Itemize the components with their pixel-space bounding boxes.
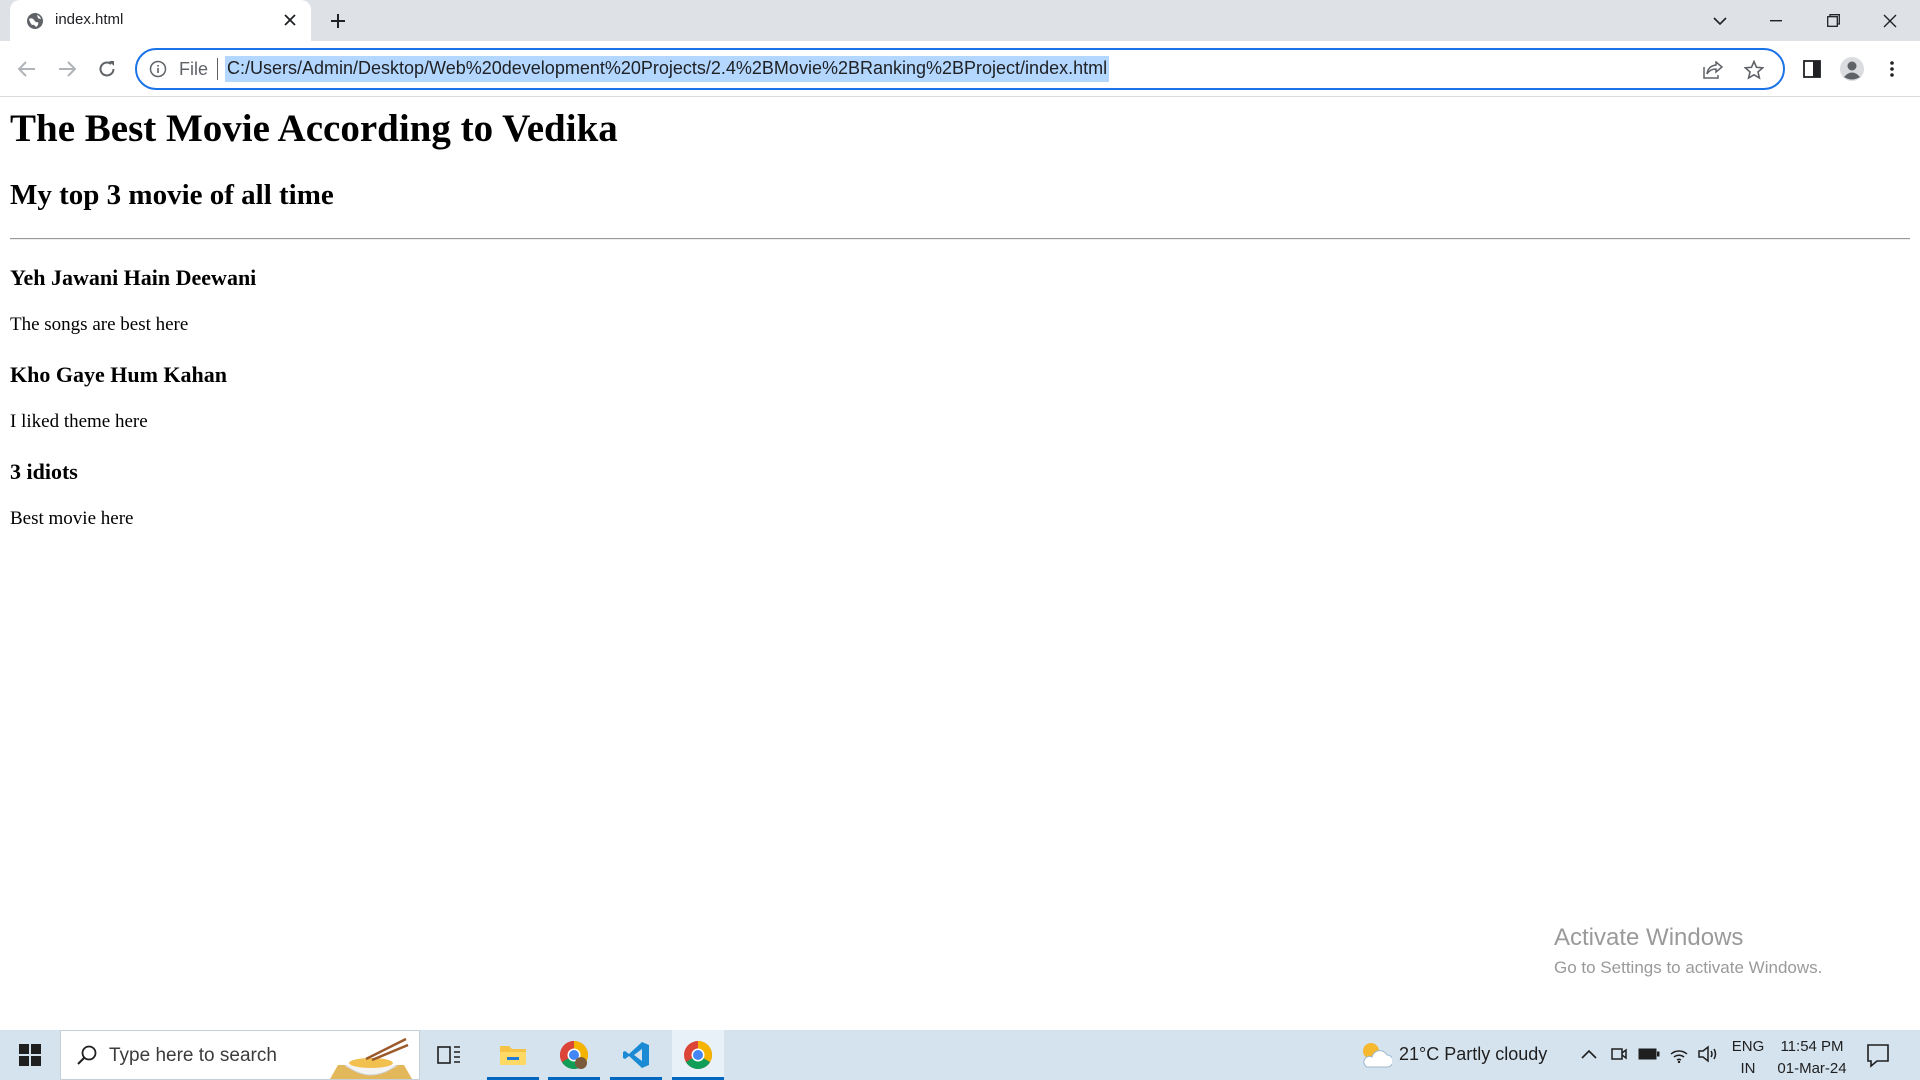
restore-icon [1826, 14, 1840, 27]
clock-date: 01-Mar-24 [1777, 1060, 1847, 1077]
profile-icon[interactable] [1839, 56, 1865, 82]
chrome-button[interactable] [672, 1030, 724, 1080]
language-code: ENG [1731, 1038, 1765, 1055]
chevron-down-icon [1713, 16, 1727, 25]
volume-icon[interactable] [1697, 1043, 1719, 1065]
close-icon [1883, 14, 1897, 27]
movie-title-2: Kho Gaye Hum Kahan [10, 362, 227, 387]
chevron-up-icon[interactable] [1578, 1043, 1600, 1065]
region-code: IN [1740, 1060, 1756, 1077]
minimize-icon [1770, 19, 1782, 21]
omnibox-divider [217, 58, 218, 80]
chrome-profile-button[interactable] [548, 1030, 600, 1080]
minimize-button[interactable] [1748, 0, 1804, 41]
horizontal-rule [10, 238, 1910, 240]
globe-icon [27, 13, 43, 29]
windows-logo-icon [19, 1044, 41, 1066]
chrome-icon [560, 1041, 588, 1069]
wifi-icon[interactable] [1668, 1043, 1690, 1065]
reload-button[interactable] [92, 54, 122, 84]
back-button[interactable] [12, 54, 42, 84]
meet-now-icon[interactable] [1608, 1043, 1630, 1065]
page-subtitle: My top 3 movie of all time [10, 179, 334, 211]
plus-icon [331, 14, 345, 28]
restore-button[interactable] [1805, 0, 1861, 41]
notification-icon[interactable] [1865, 1042, 1891, 1068]
arrow-right-icon [59, 61, 76, 77]
movie-title-1: Yeh Jawani Hain Deewani [10, 265, 257, 290]
activation-watermark-subtitle: Go to Settings to activate Windows. [1554, 958, 1823, 977]
weather-text[interactable]: 21°C Partly cloudy [1399, 1044, 1547, 1065]
activation-watermark-title: Activate Windows [1554, 924, 1744, 951]
tab-title: index.html [55, 11, 124, 28]
browser-toolbar: File C:/Users/Admin/Desktop/Web%20develo… [0, 41, 1920, 97]
tab-search-button[interactable] [1692, 0, 1748, 41]
movie-comment-2: I liked theme here [10, 411, 148, 432]
folder-icon [500, 1046, 526, 1065]
clock[interactable]: 11:54 PM 01-Mar-24 [1770, 1036, 1854, 1080]
kebab-menu-icon[interactable] [1879, 56, 1905, 82]
start-button[interactable] [0, 1030, 60, 1080]
vscode-icon [623, 1042, 649, 1068]
reload-icon [99, 61, 115, 77]
battery-icon[interactable] [1638, 1043, 1660, 1065]
address-bar[interactable]: File C:/Users/Admin/Desktop/Web%20develo… [135, 48, 1785, 90]
task-view-icon [437, 1046, 460, 1064]
noodle-bowl-icon [330, 1037, 412, 1079]
forward-button[interactable] [52, 54, 82, 84]
url-text[interactable]: C:/Users/Admin/Desktop/Web%20development… [225, 56, 1110, 82]
arrow-left-icon [18, 61, 35, 77]
browser-tab-strip: index.html [0, 0, 1920, 41]
web-page-content: The Best Movie According to Vedika My to… [0, 98, 1920, 1030]
new-tab-button[interactable] [325, 8, 351, 34]
language-indicator[interactable]: ENG IN [1729, 1036, 1767, 1080]
taskbar-search-box[interactable]: Type here to search [60, 1030, 420, 1080]
scheme-label: File [179, 59, 209, 79]
movie-comment-1: The songs are best here [10, 314, 189, 335]
page-title: The Best Movie According to Vedika [10, 107, 618, 150]
search-placeholder: Type here to search [109, 1045, 277, 1066]
clock-time: 11:54 PM [1780, 1038, 1844, 1055]
task-view-button[interactable] [423, 1030, 475, 1080]
partly-cloudy-icon[interactable] [1358, 1039, 1392, 1071]
info-icon[interactable] [149, 60, 167, 78]
movie-title-3: 3 idiots [10, 459, 78, 484]
side-panel-icon[interactable] [1799, 56, 1825, 82]
movie-comment-3: Best movie here [10, 508, 134, 529]
star-icon[interactable] [1743, 59, 1765, 81]
tab-close-icon[interactable] [280, 10, 300, 30]
taskbar: Type here to search 21°C Partly cloudy E… [0, 1030, 1920, 1080]
file-explorer-button[interactable] [487, 1030, 539, 1080]
vscode-button[interactable] [610, 1030, 662, 1080]
chrome-icon [684, 1041, 712, 1069]
browser-tab[interactable]: index.html [10, 0, 311, 41]
close-window-button[interactable] [1862, 0, 1918, 41]
search-icon [77, 1045, 97, 1065]
share-icon[interactable] [1702, 59, 1724, 81]
